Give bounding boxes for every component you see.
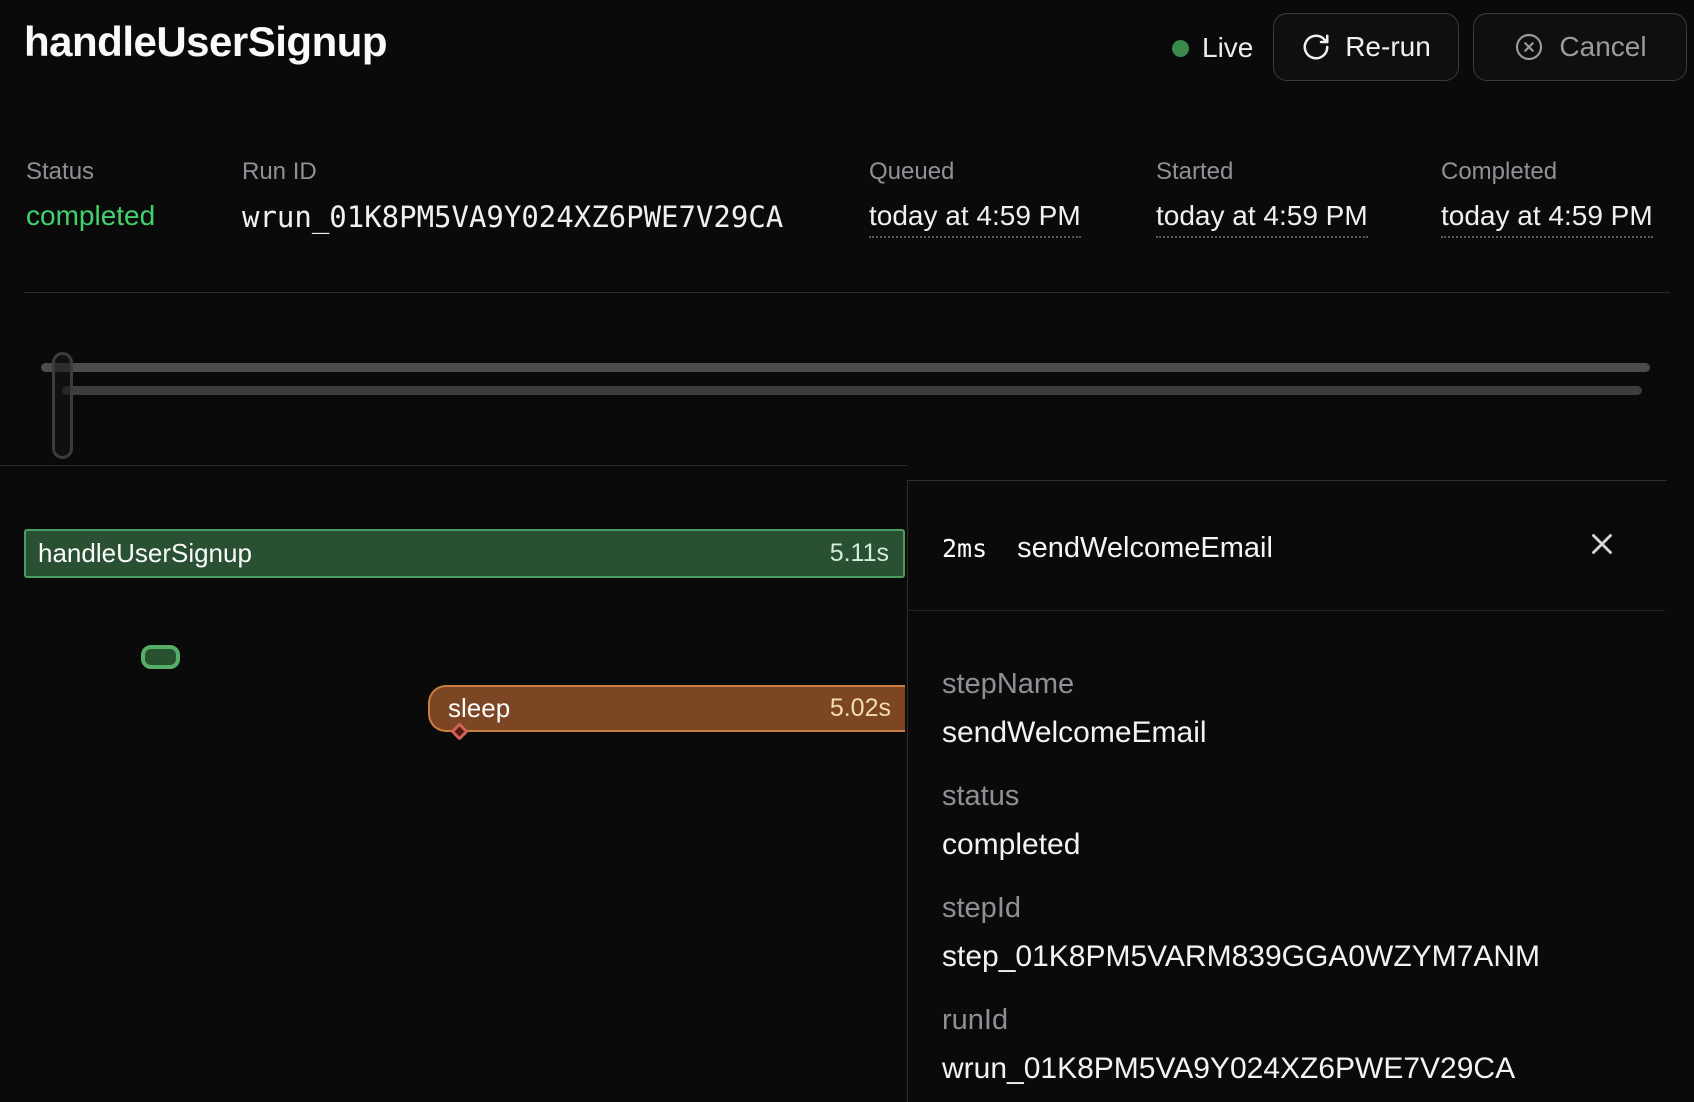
cancel-button[interactable]: Cancel bbox=[1473, 13, 1687, 81]
live-dot-icon bbox=[1172, 40, 1189, 57]
sleep-span-duration: 5.02s bbox=[830, 694, 891, 723]
rerun-button[interactable]: Re-run bbox=[1273, 13, 1459, 81]
panel-field-value: completed bbox=[942, 828, 1080, 862]
panel-left-border bbox=[907, 480, 908, 1102]
function-span-name: handleUserSignup bbox=[38, 538, 252, 569]
header-divider bbox=[24, 292, 1670, 293]
sleep-span-name: sleep bbox=[448, 693, 510, 724]
panel-header-divider bbox=[907, 610, 1665, 611]
panel-field-status: status completed bbox=[942, 780, 1080, 862]
live-indicator: Live bbox=[1172, 30, 1253, 66]
run-detail-page: handleUserSignup Live Re-run Cancel Stat… bbox=[0, 0, 1694, 1102]
panel-top-border bbox=[907, 480, 1667, 481]
close-icon bbox=[1585, 527, 1619, 564]
run-id-value: wrun_01K8PM5VA9Y024XZ6PWE7V29CA bbox=[242, 200, 783, 234]
started-timestamp[interactable]: today at 4:59 PM bbox=[1156, 200, 1368, 238]
cancel-label: Cancel bbox=[1559, 31, 1646, 63]
minimap-span-bar-1 bbox=[41, 363, 1650, 372]
rerun-label: Re-run bbox=[1345, 31, 1431, 63]
status-badge: completed bbox=[26, 200, 155, 232]
minimap-span-bar-2 bbox=[62, 386, 1642, 395]
panel-field-step-name: stepName sendWelcomeEmail bbox=[942, 668, 1207, 750]
panel-field-value: step_01K8PM5VARM839GGA0WZYM7ANM bbox=[942, 940, 1540, 974]
panel-field-value: wrun_01K8PM5VA9Y024XZ6PWE7V29CA bbox=[942, 1052, 1515, 1086]
panel-step-title: sendWelcomeEmail bbox=[1017, 532, 1273, 565]
span-bar-function[interactable]: handleUserSignup 5.11s bbox=[24, 529, 905, 578]
panel-field-value: sendWelcomeEmail bbox=[942, 716, 1207, 750]
meta-status: Status completed bbox=[26, 158, 155, 232]
meta-started: Started today at 4:59 PM bbox=[1156, 158, 1368, 238]
span-pill-send-welcome-email[interactable] bbox=[141, 645, 180, 669]
gantt-divider bbox=[0, 465, 907, 466]
panel-field-step-id: stepId step_01K8PM5VARM839GGA0WZYM7ANM bbox=[942, 892, 1540, 974]
meta-status-label: Status bbox=[26, 158, 155, 186]
panel-field-key: runId bbox=[942, 1004, 1515, 1037]
refresh-icon bbox=[1301, 32, 1331, 62]
panel-close-button[interactable] bbox=[1582, 525, 1622, 565]
panel-field-run-id: runId wrun_01K8PM5VA9Y024XZ6PWE7V29CA bbox=[942, 1004, 1515, 1086]
span-bar-sleep[interactable]: sleep 5.02s bbox=[428, 685, 905, 732]
timeline-brush-handle[interactable] bbox=[52, 352, 73, 459]
page-title: handleUserSignup bbox=[24, 18, 387, 66]
function-span-duration: 5.11s bbox=[830, 539, 889, 568]
panel-field-key: status bbox=[942, 780, 1080, 813]
meta-queued-label: Queued bbox=[869, 158, 1081, 186]
circle-x-icon bbox=[1513, 31, 1545, 63]
panel-field-key: stepId bbox=[942, 892, 1540, 925]
meta-completed: Completed today at 4:59 PM bbox=[1441, 158, 1653, 238]
queued-timestamp[interactable]: today at 4:59 PM bbox=[869, 200, 1081, 238]
meta-queued: Queued today at 4:59 PM bbox=[869, 158, 1081, 238]
meta-run-id: Run ID wrun_01K8PM5VA9Y024XZ6PWE7V29CA bbox=[242, 158, 783, 234]
panel-field-key: stepName bbox=[942, 668, 1207, 701]
panel-header: 2ms sendWelcomeEmail bbox=[942, 528, 1273, 568]
meta-completed-label: Completed bbox=[1441, 158, 1653, 186]
live-label: Live bbox=[1202, 32, 1253, 64]
completed-timestamp[interactable]: today at 4:59 PM bbox=[1441, 200, 1653, 238]
meta-started-label: Started bbox=[1156, 158, 1368, 186]
meta-run-id-label: Run ID bbox=[242, 158, 783, 186]
panel-step-duration: 2ms bbox=[942, 534, 987, 563]
